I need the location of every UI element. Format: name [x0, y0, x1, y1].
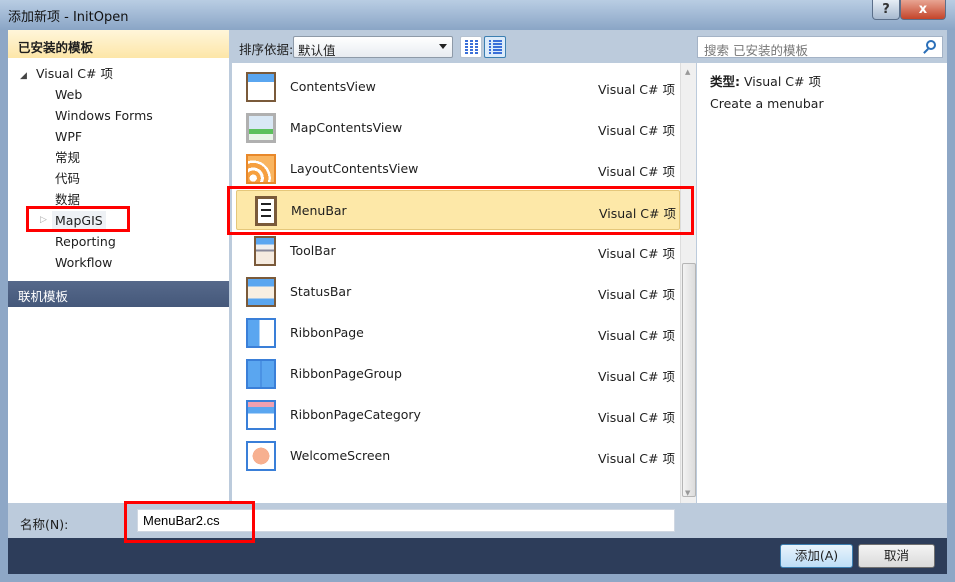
tree-item-reporting[interactable]: Reporting [55, 232, 116, 252]
scroll-up-icon[interactable]: ▲ [685, 68, 690, 76]
template-item-statusbar[interactable]: StatusBar Visual C# 项 [236, 272, 680, 312]
template-name: LayoutContentsView [290, 161, 419, 176]
template-item-layoutcontentsview[interactable]: LayoutContentsView Visual C# 项 [236, 149, 680, 189]
highlight-mapgis [26, 206, 130, 232]
template-type: Visual C# 项 [598, 451, 675, 466]
template-type: Visual C# 项 [598, 82, 675, 97]
sort-dropdown[interactable]: 默认值 [293, 36, 453, 58]
search-placeholder: 搜索 已安装的模板 [704, 43, 808, 58]
tree-root-visual-csharp[interactable]: Visual C# 项 [36, 64, 113, 84]
highlight-menubar [227, 186, 694, 235]
template-type: Visual C# 项 [598, 369, 675, 384]
template-type: Visual C# 项 [598, 246, 675, 261]
title-bar [0, 0, 955, 30]
ribbon-page-icon [246, 318, 276, 348]
template-item-ribbonpagecategory[interactable]: RibbonPageCategory Visual C# 项 [236, 395, 680, 435]
window-title: 添加新项 - InitOpen [8, 10, 129, 25]
search-icon[interactable] [926, 40, 936, 50]
template-description: Create a menubar [710, 96, 824, 111]
online-templates-header[interactable]: 联机模板 [8, 281, 229, 307]
list-scrollbar[interactable]: ▲ ▼ [680, 63, 696, 503]
template-name: ContentsView [290, 79, 376, 94]
scroll-down-icon[interactable]: ▼ [685, 489, 690, 497]
help-button[interactable]: ? [872, 0, 900, 20]
installed-templates-header[interactable]: 已安装的模板 [8, 30, 229, 58]
template-type: Visual C# 项 [598, 328, 675, 343]
tree-item-代码[interactable]: 代码 [55, 169, 80, 189]
add-button[interactable]: 添加(A) [780, 544, 853, 568]
search-input[interactable]: 搜索 已安装的模板 [697, 36, 943, 58]
details-pane: 类型: Visual C# 项 Create a menubar [697, 63, 947, 503]
ribbon-page-category-icon [246, 400, 276, 430]
type-label: 类型: [710, 74, 740, 89]
toolbar-icon [254, 236, 276, 266]
list-view-button[interactable] [484, 36, 506, 58]
template-type: Visual C# 项 [598, 287, 675, 302]
template-item-ribbonpagegroup[interactable]: RibbonPageGroup Visual C# 项 [236, 354, 680, 394]
template-item-toolbar[interactable]: ToolBar Visual C# 项 [236, 231, 680, 271]
template-item-contentsview[interactable]: ContentsView Visual C# 项 [236, 67, 680, 107]
template-type: Visual C# 项 [598, 164, 675, 179]
layout-contents-view-icon [246, 154, 276, 184]
template-name: ToolBar [290, 243, 336, 258]
template-name: RibbonPageCategory [290, 407, 421, 422]
tree-item-常规[interactable]: 常规 [55, 148, 80, 168]
sort-value: 默认值 [298, 43, 336, 58]
close-button[interactable]: x [900, 0, 946, 20]
template-item-ribbonpage[interactable]: RibbonPage Visual C# 项 [236, 313, 680, 353]
statusbar-icon [246, 277, 276, 307]
template-item-mapcontentsview[interactable]: MapContentsView Visual C# 项 [236, 108, 680, 148]
template-name: RibbonPageGroup [290, 366, 402, 381]
contents-view-icon [246, 72, 276, 102]
chevron-down-icon [439, 44, 447, 49]
template-name: WelcomeScreen [290, 448, 391, 463]
expanded-triangle-icon[interactable]: ◢ [20, 71, 27, 81]
template-tree [8, 30, 229, 503]
tree-item-windows-forms[interactable]: Windows Forms [55, 106, 153, 126]
scrollbar-thumb[interactable] [682, 263, 696, 497]
type-value: Visual C# 项 [743, 74, 821, 89]
template-name: RibbonPage [290, 325, 364, 340]
sort-label: 排序依据: [239, 42, 294, 57]
map-contents-view-icon [246, 113, 276, 143]
cancel-button[interactable]: 取消 [858, 544, 935, 568]
template-type: Visual C# 项 [598, 410, 675, 425]
small-icons-view-button[interactable] [460, 36, 482, 58]
tree-item-wpf[interactable]: WPF [55, 127, 82, 147]
template-name: MapContentsView [290, 120, 403, 135]
tree-item-web[interactable]: Web [55, 85, 82, 105]
template-type: Visual C# 项 [598, 123, 675, 138]
welcome-screen-icon [246, 441, 276, 471]
tree-item-workflow[interactable]: Workflow [55, 253, 112, 273]
name-label: 名称(N): [20, 517, 69, 532]
highlight-name-input [124, 501, 255, 543]
template-item-welcomescreen[interactable]: WelcomeScreen Visual C# 项 [236, 436, 680, 476]
template-name: StatusBar [290, 284, 352, 299]
ribbon-page-group-icon [246, 359, 276, 389]
